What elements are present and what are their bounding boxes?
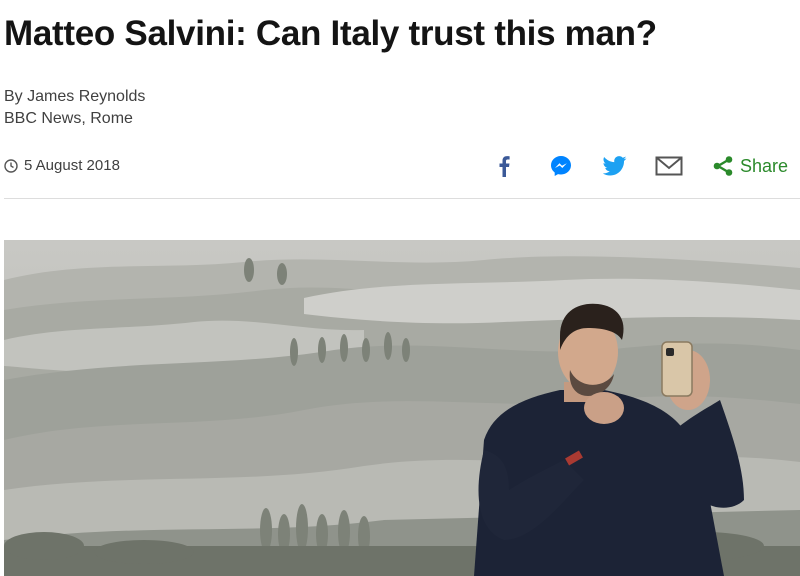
facebook-icon bbox=[499, 156, 510, 177]
email-icon bbox=[655, 156, 683, 176]
messenger-icon bbox=[551, 156, 571, 176]
email-share-button[interactable] bbox=[654, 152, 684, 180]
messenger-share-button[interactable] bbox=[548, 152, 574, 180]
share-label: Share bbox=[740, 155, 789, 176]
byline: By James Reynolds BBC News, Rome bbox=[4, 86, 145, 130]
facebook-share-button[interactable] bbox=[496, 152, 512, 180]
article-headline: Matteo Salvini: Can Italy trust this man… bbox=[4, 14, 657, 53]
article-meta-row: 5 August 2018 Share bbox=[0, 152, 800, 180]
share-icon bbox=[713, 156, 733, 176]
photo-illustration bbox=[4, 240, 800, 576]
share-button[interactable]: Share bbox=[712, 152, 788, 180]
author-location: BBC News, Rome bbox=[4, 110, 133, 127]
lead-photo bbox=[4, 240, 800, 576]
divider bbox=[4, 198, 800, 199]
author-name: By James Reynolds bbox=[4, 88, 146, 105]
twitter-icon bbox=[603, 156, 627, 176]
twitter-share-button[interactable] bbox=[602, 152, 628, 180]
share-tools bbox=[0, 152, 800, 180]
